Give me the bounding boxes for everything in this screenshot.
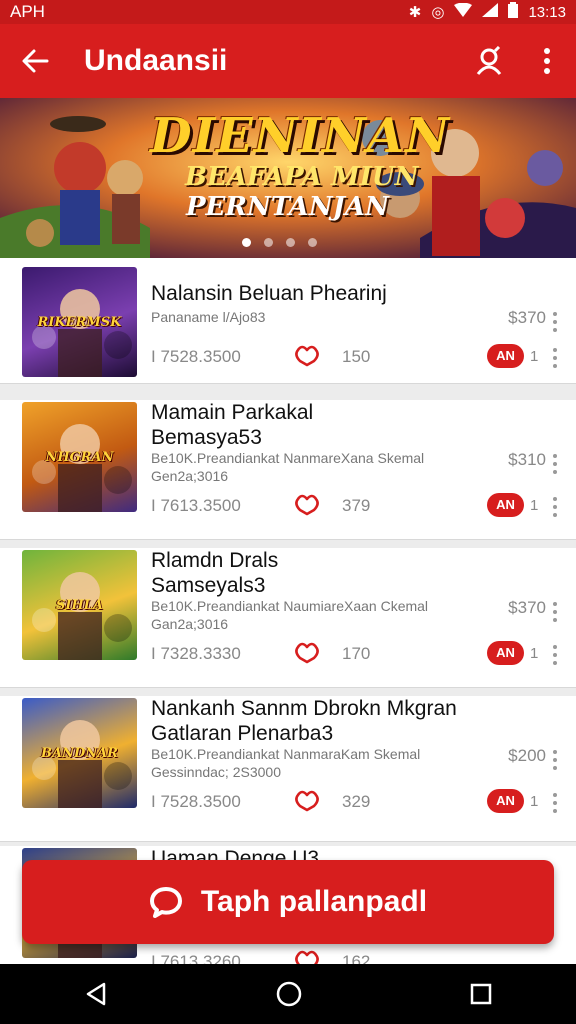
game-meta: Gen2a;3016 <box>151 468 229 484</box>
clock: 13:13 <box>528 3 566 21</box>
price-label: $370 <box>508 598 546 617</box>
badge-count: 1 <box>530 348 539 365</box>
page-title: Undaansii <box>84 44 228 77</box>
price-label: $200 <box>508 746 546 765</box>
status-bar: APH ✱ ◎ 13:13 <box>0 0 576 24</box>
chat-action-label: Taph pallanpadl <box>200 885 428 918</box>
game-meta: Gan2a;3016 <box>151 616 229 632</box>
chat-action-button[interactable]: Taph pallanpadl <box>22 860 554 944</box>
game-title: Mamain Parkakal <box>151 401 314 424</box>
overflow-menu-button[interactable] <box>518 24 576 98</box>
game-thumbnail[interactable]: NHGRAN <box>22 402 137 512</box>
item-menu-icon[interactable] <box>553 602 559 626</box>
game-title-line2: Gatlaran Plenarba3 <box>151 722 334 745</box>
item-menu-icon[interactable] <box>553 348 559 372</box>
carousel-dot[interactable] <box>264 238 273 247</box>
arrow-back-icon <box>22 49 49 73</box>
list-item[interactable]: NHGRAN Mamain Parkakal Bemasya53 Be10K.Prea… <box>0 400 576 540</box>
status-badge[interactable]: AN <box>487 493 524 517</box>
like-count: 150 <box>342 347 371 366</box>
game-description: Be10K.Preandiankat NanmaraKam Skemal <box>151 746 421 762</box>
banner-title: DIENINAN <box>150 108 450 164</box>
thumbnail-label: SIHLA <box>56 598 103 613</box>
item-menu-icon[interactable] <box>553 497 559 521</box>
nav-recents-icon[interactable] <box>470 983 492 1005</box>
game-title: Nankanh Sannm Dbrokn Mkgran <box>151 697 457 720</box>
badge-count: 1 <box>530 497 539 514</box>
price-label: $370 <box>508 308 546 327</box>
game-title-line2: Samseyals3 <box>151 574 266 597</box>
signal-icon <box>482 3 499 21</box>
like-icon[interactable] <box>294 790 320 812</box>
like-icon[interactable] <box>294 642 320 664</box>
game-meta: Gessinndac; 2S3000 <box>151 764 281 780</box>
game-thumbnail[interactable]: BANDNAR <box>22 698 137 808</box>
list-item[interactable]: RIKERMSK Nalansin Beluan Phearinj Pananame… <box>0 258 576 384</box>
thumbnail-label: BANDNAR <box>40 746 118 761</box>
status-badge[interactable]: AN <box>487 641 524 665</box>
badge-count: 1 <box>530 793 539 810</box>
game-description: Pananame l/Ajo83 <box>151 309 266 325</box>
nav-back-icon[interactable] <box>84 982 108 1006</box>
item-code: I 7528.3500 <box>151 792 241 811</box>
like-count: 170 <box>342 644 371 663</box>
more-vert-icon <box>544 48 550 74</box>
item-menu-icon[interactable] <box>553 645 559 669</box>
like-icon[interactable] <box>294 494 320 516</box>
like-count: 329 <box>342 792 371 811</box>
badge-count: 1 <box>530 645 539 662</box>
game-description: Be10K.Preandiankat NaumiareXaan Ckemal <box>151 598 429 614</box>
game-title-line2: Bemasya53 <box>151 426 262 449</box>
promo-banner[interactable]: DIENINAN BEAFAPA MIUN PERNTANJAN <box>0 98 576 258</box>
carrier-label: APH <box>10 2 45 21</box>
item-menu-icon[interactable] <box>553 793 559 817</box>
item-menu-icon[interactable] <box>553 454 559 478</box>
status-badge[interactable]: AN <box>487 789 524 813</box>
banner-subtitle: BEAFAPA MIUN <box>185 162 419 192</box>
item-code: I 7528.3500 <box>151 347 241 366</box>
carousel-dot[interactable] <box>242 238 251 247</box>
thumbnail-label: RIKERMSK <box>37 315 122 330</box>
chat-bubble-icon <box>149 887 182 918</box>
nav-home-icon[interactable] <box>276 981 302 1007</box>
like-icon[interactable] <box>294 345 320 367</box>
status-icons: ✱ ◎ 13:13 <box>409 2 566 22</box>
bluetooth-icon: ✱ <box>408 4 422 21</box>
item-code: I 7328.3330 <box>151 644 241 663</box>
game-thumbnail[interactable]: SIHLA <box>22 550 137 660</box>
profile-search-button[interactable] <box>460 24 518 98</box>
game-description: Be10K.Preandiankat NanmareXana Skemal <box>151 450 425 466</box>
app-bar: Undaansii <box>0 24 576 98</box>
back-button[interactable] <box>0 24 70 98</box>
list-item[interactable]: BANDNAR Nankanh Sannm Dbrokn Mkgran Gatlar… <box>0 696 576 842</box>
game-thumbnail[interactable]: RIKERMSK <box>22 267 137 377</box>
banner-tagline: PERNTANJAN <box>186 192 389 222</box>
carousel-indicator[interactable] <box>242 238 317 247</box>
item-menu-icon[interactable] <box>553 312 559 336</box>
price-label: $310 <box>508 450 546 469</box>
game-title: Rlamdn Drals <box>151 549 279 572</box>
game-title: Nalansin Beluan Phearinj <box>151 282 387 305</box>
like-count: 379 <box>342 496 371 515</box>
status-badge[interactable]: AN <box>487 344 524 368</box>
item-code: I 7613.3500 <box>151 496 241 515</box>
thumbnail-label: NHGRAN <box>45 450 114 465</box>
user-search-icon <box>476 46 502 75</box>
wifi-icon <box>454 2 473 21</box>
system-nav-bar <box>0 964 576 1024</box>
battery-icon <box>508 2 519 22</box>
item-menu-icon[interactable] <box>553 750 559 774</box>
vibrate-icon: ◎ <box>431 4 445 21</box>
carousel-dot[interactable] <box>308 238 317 247</box>
carousel-dot[interactable] <box>286 238 295 247</box>
list-item[interactable]: SIHLA Rlamdn Drals Samseyals3 Be10K.Preandi… <box>0 548 576 688</box>
